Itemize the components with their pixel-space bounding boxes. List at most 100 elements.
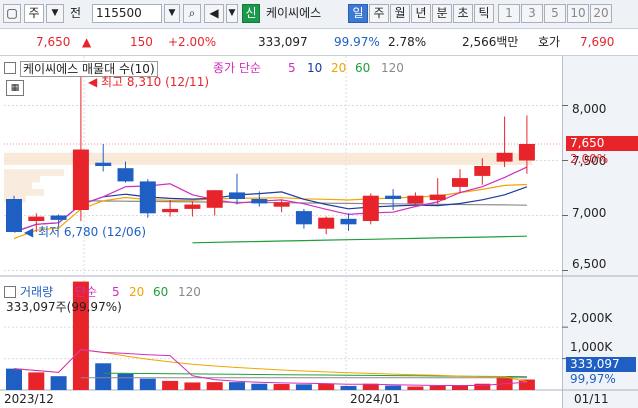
volume-tick: 1,000K bbox=[570, 340, 613, 354]
ask-label: 호가 bbox=[538, 35, 561, 49]
candle-body bbox=[206, 190, 223, 208]
interval-button-20[interactable]: 20 bbox=[590, 4, 612, 23]
new-badge[interactable]: 신 bbox=[242, 4, 260, 23]
ma20-label: 20 bbox=[331, 61, 347, 75]
candle-body bbox=[429, 194, 446, 201]
ma10-label: 10 bbox=[307, 61, 323, 75]
volume-tick: 2,000K bbox=[570, 311, 613, 325]
volume-ratio: 99.97% bbox=[334, 35, 380, 49]
quote-bar: 7,650 ▲ 150 +2.00% 333,097 99.97% 2.78% … bbox=[0, 29, 638, 56]
volume-bar bbox=[95, 363, 112, 390]
volume-bar bbox=[429, 385, 446, 390]
candle-body bbox=[117, 168, 134, 182]
volume-bar bbox=[452, 385, 468, 390]
interval-button-5[interactable]: 5 bbox=[544, 4, 566, 23]
toolbar: ▢ 주 ▼ 전 115500 ▼ ⌕ ◀︎ ▼ 신 케이씨에스 일주월년분초틱1… bbox=[0, 0, 638, 29]
speaker-icon[interactable]: ◀︎ bbox=[204, 4, 224, 23]
interval-button-10[interactable]: 10 bbox=[567, 4, 589, 23]
market-dropdown-icon[interactable]: ▼ bbox=[46, 4, 64, 23]
vol-ma5-label: 5 bbox=[112, 285, 120, 299]
price-change-pct: +2.00% bbox=[168, 35, 217, 49]
ma60-line bbox=[192, 235, 527, 244]
speaker-dropdown-icon[interactable]: ▼ bbox=[226, 4, 238, 23]
candle-body bbox=[139, 181, 156, 214]
ma5-line bbox=[13, 166, 528, 233]
period-tab-6[interactable]: 틱 bbox=[474, 4, 494, 23]
ask-price: 7,690 bbox=[580, 35, 615, 49]
stock-name: 케이씨에스 bbox=[266, 6, 322, 20]
candle-body bbox=[318, 217, 335, 229]
market-select[interactable]: 주 bbox=[24, 4, 44, 23]
volume-profile-bar bbox=[4, 175, 40, 183]
candle-body bbox=[518, 144, 535, 161]
volume-bar bbox=[295, 384, 312, 390]
x-axis-label: 01/11 bbox=[574, 392, 609, 406]
volume-bar bbox=[251, 383, 268, 390]
price-change: 150 bbox=[130, 35, 153, 49]
candle-body bbox=[28, 216, 45, 221]
candle-body bbox=[362, 195, 379, 221]
period-tab-2[interactable]: 월 bbox=[390, 4, 410, 23]
last-price-marker: 7,650 bbox=[566, 136, 638, 151]
vol-ma20-label: 20 bbox=[129, 285, 145, 299]
volume-bar bbox=[407, 386, 424, 390]
x-axis-label: 2024/01 bbox=[350, 392, 400, 406]
last-volume-marker: 333,097 bbox=[566, 357, 636, 372]
period-tab-1[interactable]: 주 bbox=[369, 4, 389, 23]
candle-body bbox=[407, 195, 424, 204]
grid-table-icon[interactable]: ▦ bbox=[6, 80, 24, 96]
high-arrow-icon: ◀ bbox=[88, 75, 98, 89]
period-tab-0[interactable]: 일 bbox=[348, 4, 368, 23]
price-tick: 8,000 bbox=[572, 102, 607, 116]
volume-bar bbox=[229, 382, 245, 390]
period-tab-4[interactable]: 분 bbox=[432, 4, 452, 23]
interval-button-1[interactable]: 1 bbox=[498, 4, 520, 23]
ma60-label: 60 bbox=[355, 61, 371, 75]
volume-bar bbox=[162, 380, 179, 390]
volume-ma-label: 단순 bbox=[75, 285, 98, 299]
candle-body bbox=[295, 211, 312, 225]
chart-area[interactable]: ▦ 케이씨에스 매물대 수(10) 종가 단순 5 10 20 60 120 ◀… bbox=[0, 56, 638, 408]
price-tick: 6,500 bbox=[572, 257, 607, 271]
volume-bar bbox=[6, 368, 22, 390]
price-tick: 7,000 bbox=[572, 206, 607, 220]
vol-ma20-line bbox=[13, 349, 528, 383]
stock-code-input[interactable]: 115500 bbox=[92, 4, 162, 23]
ma5-label: 5 bbox=[288, 61, 296, 75]
legend-toggle-icon[interactable] bbox=[4, 62, 16, 74]
window-menu-icon[interactable]: ▢ bbox=[3, 4, 21, 23]
low-arrow-icon: ◀ bbox=[24, 225, 34, 239]
prev-label[interactable]: 전 bbox=[70, 4, 81, 23]
volume-current: 333,097주(99,97%) bbox=[6, 300, 122, 314]
low-note: 최저 6,780 (12/06) bbox=[38, 225, 147, 239]
volume-bar bbox=[385, 385, 402, 390]
volume-bar bbox=[273, 384, 290, 390]
candle-body bbox=[229, 192, 245, 199]
period-tab-5[interactable]: 초 bbox=[453, 4, 473, 23]
candle-body bbox=[340, 218, 357, 225]
up-arrow-icon: ▲ bbox=[82, 35, 92, 49]
vol-ma60-label: 60 bbox=[153, 285, 169, 299]
volume-bar bbox=[139, 378, 156, 390]
volume-value: 333,097 bbox=[258, 35, 308, 49]
volume-bar bbox=[184, 382, 201, 390]
ma120-label: 120 bbox=[381, 61, 404, 75]
candle-body bbox=[184, 204, 201, 209]
volume-bar bbox=[206, 382, 223, 390]
candle-body bbox=[496, 152, 513, 162]
vol-ma5-line bbox=[13, 349, 527, 386]
ma-label: 종가 단순 bbox=[213, 61, 261, 75]
search-icon[interactable]: ⌕ bbox=[183, 4, 201, 23]
volume-bar bbox=[50, 376, 67, 390]
current-price: 7,650 bbox=[36, 35, 71, 49]
code-dropdown-icon[interactable]: ▼ bbox=[164, 4, 180, 23]
turnover-rate: 2.78% bbox=[388, 35, 427, 49]
candle-body bbox=[273, 202, 290, 207]
volume-legend-name[interactable]: 거래량 bbox=[20, 285, 53, 299]
period-tab-3[interactable]: 년 bbox=[411, 4, 431, 23]
candle-body bbox=[72, 149, 89, 210]
interval-button-3[interactable]: 3 bbox=[521, 4, 543, 23]
volume-profile-bar bbox=[4, 182, 32, 190]
vol-ma120-label: 120 bbox=[178, 285, 201, 299]
volume-legend-toggle-icon[interactable] bbox=[4, 286, 16, 298]
